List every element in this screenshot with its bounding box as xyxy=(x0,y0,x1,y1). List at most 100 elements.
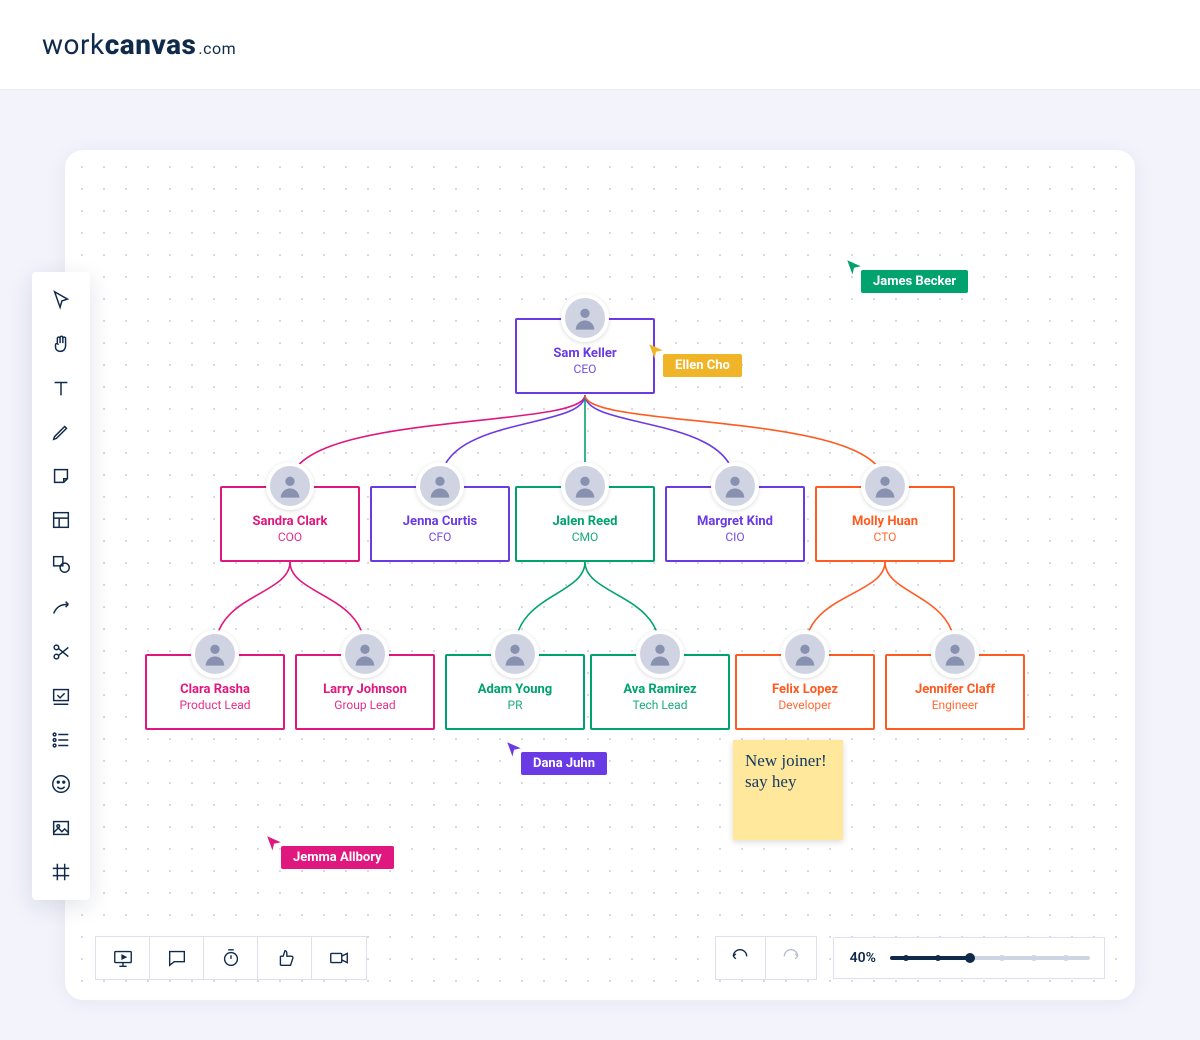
present-icon xyxy=(112,947,134,969)
node-cio[interactable]: Margret Kind CIO xyxy=(665,486,805,562)
comment-icon xyxy=(166,947,188,969)
avatar xyxy=(711,462,759,510)
sticky-icon xyxy=(50,465,72,487)
avatar xyxy=(191,630,239,678)
thumbs-up-icon xyxy=(274,947,296,969)
node-name: Margret Kind xyxy=(667,514,803,530)
node-name: Adam Young xyxy=(447,682,583,698)
video-icon xyxy=(328,947,350,969)
image-tool[interactable] xyxy=(46,814,76,842)
sticky-tool[interactable] xyxy=(46,462,76,490)
check-card-icon xyxy=(50,685,72,707)
pan-tool[interactable] xyxy=(46,330,76,358)
redo-button[interactable] xyxy=(766,937,816,979)
presence-label: Ellen Cho xyxy=(663,354,742,377)
node-cto[interactable]: Molly Huan CTO xyxy=(815,486,955,562)
zoom-slider[interactable] xyxy=(890,956,1090,960)
reactions-button[interactable] xyxy=(258,937,312,979)
avatar xyxy=(561,294,609,342)
node-group-lead[interactable]: Larry Johnson Group Lead xyxy=(295,654,435,730)
avatar xyxy=(781,630,829,678)
node-tech-lead[interactable]: Ava Ramirez Tech Lead xyxy=(590,654,730,730)
vote-tool[interactable] xyxy=(46,682,76,710)
node-role: Developer xyxy=(737,698,873,712)
node-name: Molly Huan xyxy=(817,514,953,530)
node-role: CMO xyxy=(517,530,653,544)
bottom-right-bar: 40% xyxy=(715,936,1105,980)
select-tool[interactable] xyxy=(46,286,76,314)
app-header: workcanvas.com xyxy=(0,0,1200,90)
record-button[interactable] xyxy=(312,937,366,979)
avatar xyxy=(561,462,609,510)
presence-ellen: Ellen Cho xyxy=(647,342,742,377)
pointer-icon xyxy=(50,289,72,311)
connectors xyxy=(65,150,1135,1000)
list-icon xyxy=(50,729,72,751)
org-chart: Sam Keller CEO Sandra Clark COO Jenna Cu… xyxy=(65,150,1135,1000)
node-cmo[interactable]: Jalen Reed CMO xyxy=(515,486,655,562)
node-role: Engineer xyxy=(887,698,1023,712)
logo-part1: work xyxy=(42,28,105,61)
shape-tool[interactable] xyxy=(46,550,76,578)
node-name: Larry Johnson xyxy=(297,682,433,698)
logo-suffix: .com xyxy=(198,39,236,58)
undo-icon xyxy=(730,948,750,968)
frame-tool[interactable] xyxy=(46,506,76,534)
node-name: Sam Keller xyxy=(517,346,653,362)
presence-dana: Dana Juhn xyxy=(505,740,607,775)
node-role: CTO xyxy=(817,530,953,544)
node-cfo[interactable]: Jenna Curtis CFO xyxy=(370,486,510,562)
logo-part2: canvas xyxy=(105,28,197,61)
text-tool[interactable] xyxy=(46,374,76,402)
avatar xyxy=(636,630,684,678)
emoji-tool[interactable] xyxy=(46,770,76,798)
avatar xyxy=(861,462,909,510)
comments-button[interactable] xyxy=(150,937,204,979)
node-role: CEO xyxy=(517,362,653,376)
node-role: Product Lead xyxy=(147,698,283,712)
node-role: CFO xyxy=(372,530,508,544)
node-role: PR xyxy=(447,698,583,712)
undo-redo-group xyxy=(715,936,817,980)
node-role: CIO xyxy=(667,530,803,544)
sticky-text: New joiner! say hey xyxy=(745,751,827,791)
emoji-icon xyxy=(50,773,72,795)
bottom-action-bar xyxy=(95,936,367,980)
presence-label: Dana Juhn xyxy=(521,752,607,775)
arrow-icon xyxy=(50,597,72,619)
avatar xyxy=(491,630,539,678)
node-product-lead[interactable]: Clara Rasha Product Lead xyxy=(145,654,285,730)
avatar xyxy=(931,630,979,678)
timer-button[interactable] xyxy=(204,937,258,979)
avatar xyxy=(266,462,314,510)
grid-tool[interactable] xyxy=(46,858,76,886)
undo-button[interactable] xyxy=(716,937,766,979)
zoom-control[interactable]: 40% xyxy=(833,937,1105,979)
node-role: COO xyxy=(222,530,358,544)
sticky-note[interactable]: New joiner! say hey xyxy=(733,740,843,840)
node-name: Felix Lopez xyxy=(737,682,873,698)
node-engineer[interactable]: Jennifer Claff Engineer xyxy=(885,654,1025,730)
node-pr[interactable]: Adam Young PR xyxy=(445,654,585,730)
present-button[interactable] xyxy=(96,937,150,979)
presence-jemma: Jemma Allbory xyxy=(265,834,394,869)
connector-tool[interactable] xyxy=(46,594,76,622)
node-developer[interactable]: Felix Lopez Developer xyxy=(735,654,875,730)
zoom-label: 40% xyxy=(850,950,876,966)
node-coo[interactable]: Sandra Clark COO xyxy=(220,486,360,562)
node-name: Clara Rasha xyxy=(147,682,283,698)
avatar xyxy=(416,462,464,510)
node-role: Group Lead xyxy=(297,698,433,712)
presence-label: James Becker xyxy=(861,270,968,293)
pencil-icon xyxy=(50,421,72,443)
node-name: Ava Ramirez xyxy=(592,682,728,698)
text-icon xyxy=(50,377,72,399)
node-name: Jenna Curtis xyxy=(372,514,508,530)
scissors-tool[interactable] xyxy=(46,638,76,666)
canvas-stage[interactable]: Sam Keller CEO Sandra Clark COO Jenna Cu… xyxy=(65,150,1135,1000)
list-tool[interactable] xyxy=(46,726,76,754)
pen-tool[interactable] xyxy=(46,418,76,446)
avatar xyxy=(341,630,389,678)
node-ceo[interactable]: Sam Keller CEO xyxy=(515,318,655,394)
crop-icon xyxy=(50,861,72,883)
